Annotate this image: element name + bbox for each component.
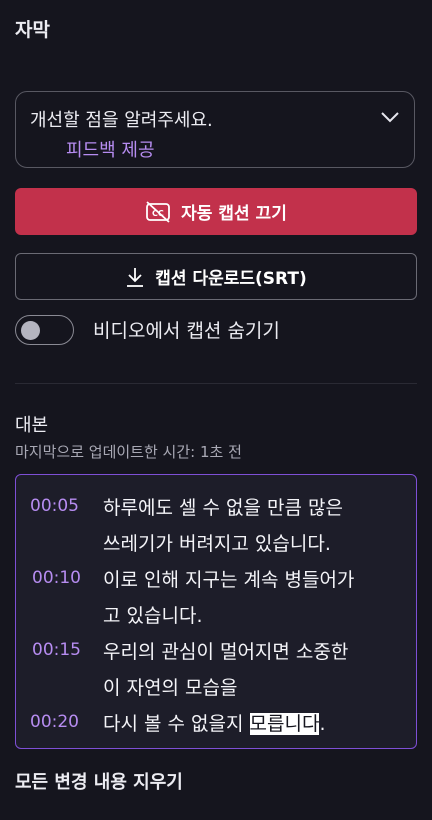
transcript-editor[interactable]: 00:05 하루에도 셀 수 없을 만큼 많은 쓰레기가 버려지고 있습니다. … [15,474,417,749]
transcript-text: . [319,713,326,735]
auto-caption-off-button[interactable]: CC 자동 캡션 끄기 [15,188,417,235]
timestamp[interactable]: 00:05 [30,496,79,516]
section-divider [15,383,417,384]
transcript-line[interactable]: 다시 볼 수 없을지 모릅니다. [103,709,326,736]
clear-all-changes-button[interactable]: 모든 변경 내용 지우기 [15,768,183,794]
timestamp[interactable]: 00:10 [32,568,81,588]
feedback-prompt: 개선할 점을 알려주세요. [30,110,213,131]
transcript-line[interactable]: 고 있습니다. [103,601,202,628]
transcript-line[interactable]: 우리의 관심이 멀어지면 소중한 [103,637,348,664]
toggle-knob [21,321,40,340]
download-captions-button[interactable]: 캡션 다운로드(SRT) [15,253,417,300]
timestamp[interactable]: 00:20 [30,712,79,732]
transcript-text: 다시 볼 수 없을지 [103,713,250,735]
download-icon [127,267,144,287]
transcript-line[interactable]: 쓰레기가 버려지고 있습니다. [103,529,331,556]
last-updated-text: 마지막으로 업데이트한 시간: 1초 전 [15,443,242,461]
hide-captions-label: 비디오에서 캡션 숨기기 [93,320,280,342]
feedback-dropdown[interactable]: 개선할 점을 알려주세요. 피드백 제공 [15,91,415,168]
feedback-link[interactable]: 피드백 제공 [66,136,155,162]
selected-text: 모릅니다 [249,713,320,735]
transcript-line[interactable]: 이 자연의 모습을 [103,673,237,700]
auto-caption-off-label: 자동 캡션 끄기 [181,204,287,224]
panel-title: 자막 [15,19,50,41]
hide-captions-toggle[interactable] [15,315,74,345]
transcript-line[interactable]: 이로 인해 지구는 계속 병들어가 [103,565,354,592]
transcript-line[interactable]: 하루에도 셀 수 없을 만큼 많은 [103,493,343,520]
caption-off-icon: CC [146,200,171,223]
transcript-title: 대본 [15,415,49,436]
chevron-down-icon[interactable] [380,110,400,124]
timestamp[interactable]: 00:15 [32,640,81,660]
download-captions-label: 캡션 다운로드(SRT) [155,269,307,289]
